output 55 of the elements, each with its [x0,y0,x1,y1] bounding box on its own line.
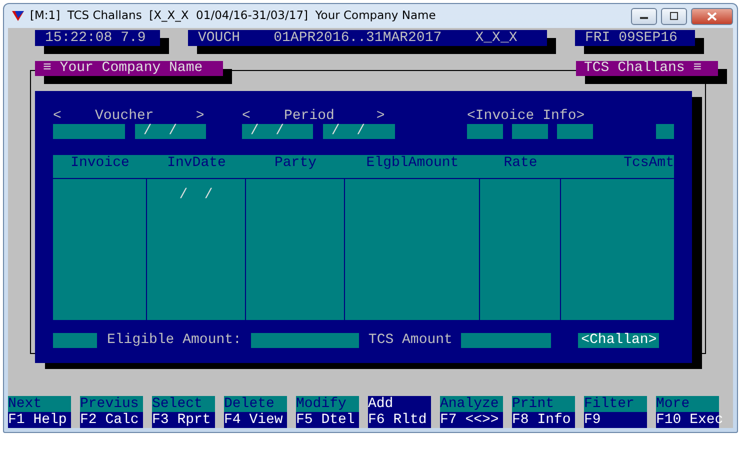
group-heading: <Invoice Info> [467,108,586,124]
input-field[interactable] [557,124,593,139]
input-field[interactable] [53,124,125,139]
function-key[interactable]: F6 Rltd [368,412,431,428]
panel-title: TCS Challans ≡ [576,61,718,76]
close-button[interactable] [691,8,733,24]
app-icon [12,10,24,22]
column-header-text: InvDate [167,155,226,171]
maximize-icon [669,12,679,20]
input-field[interactable] [656,124,674,139]
field-label: TCS Amount [368,332,452,348]
function-key-action[interactable]: Add [368,396,431,412]
input-field[interactable] [512,124,548,139]
group-heading: < Period > [242,108,386,124]
field-label: Eligible Amount: [107,332,242,348]
column-header-text: Invoice [70,155,130,171]
status-text: FRI 09SEP16 [575,30,695,46]
function-key-action[interactable]: Analyze [440,396,503,412]
challan-button[interactable]: <Challan> [578,332,660,348]
function-key[interactable]: F1 Help [8,412,71,428]
function-key-action[interactable]: Delete [224,396,287,412]
window-title: [M:1] TCS Challans [X_X_X 01/04/16-31/03/17] Your Company Name [30,7,436,24]
input-field[interactable]: / / [323,124,395,139]
input-field[interactable] [461,332,552,348]
function-key-action[interactable]: More [656,396,719,412]
input-field[interactable] [467,124,503,139]
function-key[interactable]: F3 Rprt [152,412,215,428]
function-key[interactable]: F5 Dtel [296,412,359,428]
column-header-text: Party [274,155,316,171]
function-key[interactable]: F8 Info [512,412,575,428]
function-key[interactable]: F7 <<>> [440,412,503,428]
function-key-action[interactable]: Modify [296,396,359,412]
column-header-text: Rate [504,155,538,171]
input-field[interactable] [53,332,97,348]
function-key-action[interactable]: Print [512,396,575,412]
function-key-action[interactable]: Previus [80,396,143,412]
function-key-action[interactable]: Select [152,396,215,412]
panel-title: ≡ Your Company Name [35,61,223,76]
function-key[interactable]: F4 View [224,412,287,428]
status-text: 15:22:08 7.9 [35,30,160,46]
column-header-text: ElgblAmount [366,155,459,171]
minimize-button[interactable] [631,8,657,24]
column-header-text: TcsAmt [624,155,674,171]
function-key[interactable]: F2 Calc [80,412,143,428]
function-key-action[interactable]: Filter [584,396,647,412]
input-field[interactable]: / / [242,124,313,139]
function-key[interactable]: F9 [584,412,647,428]
input-field[interactable] [251,332,360,348]
table-cell: / / [179,187,213,203]
maximize-button[interactable] [661,8,687,24]
close-icon [707,12,717,20]
status-text: VOUCH 01APR2016..31MAR2017 X_X_X [188,30,547,46]
function-key-action[interactable]: Next [8,396,71,412]
input-field[interactable]: / / [135,124,206,139]
group-heading: < Voucher > [53,108,206,124]
